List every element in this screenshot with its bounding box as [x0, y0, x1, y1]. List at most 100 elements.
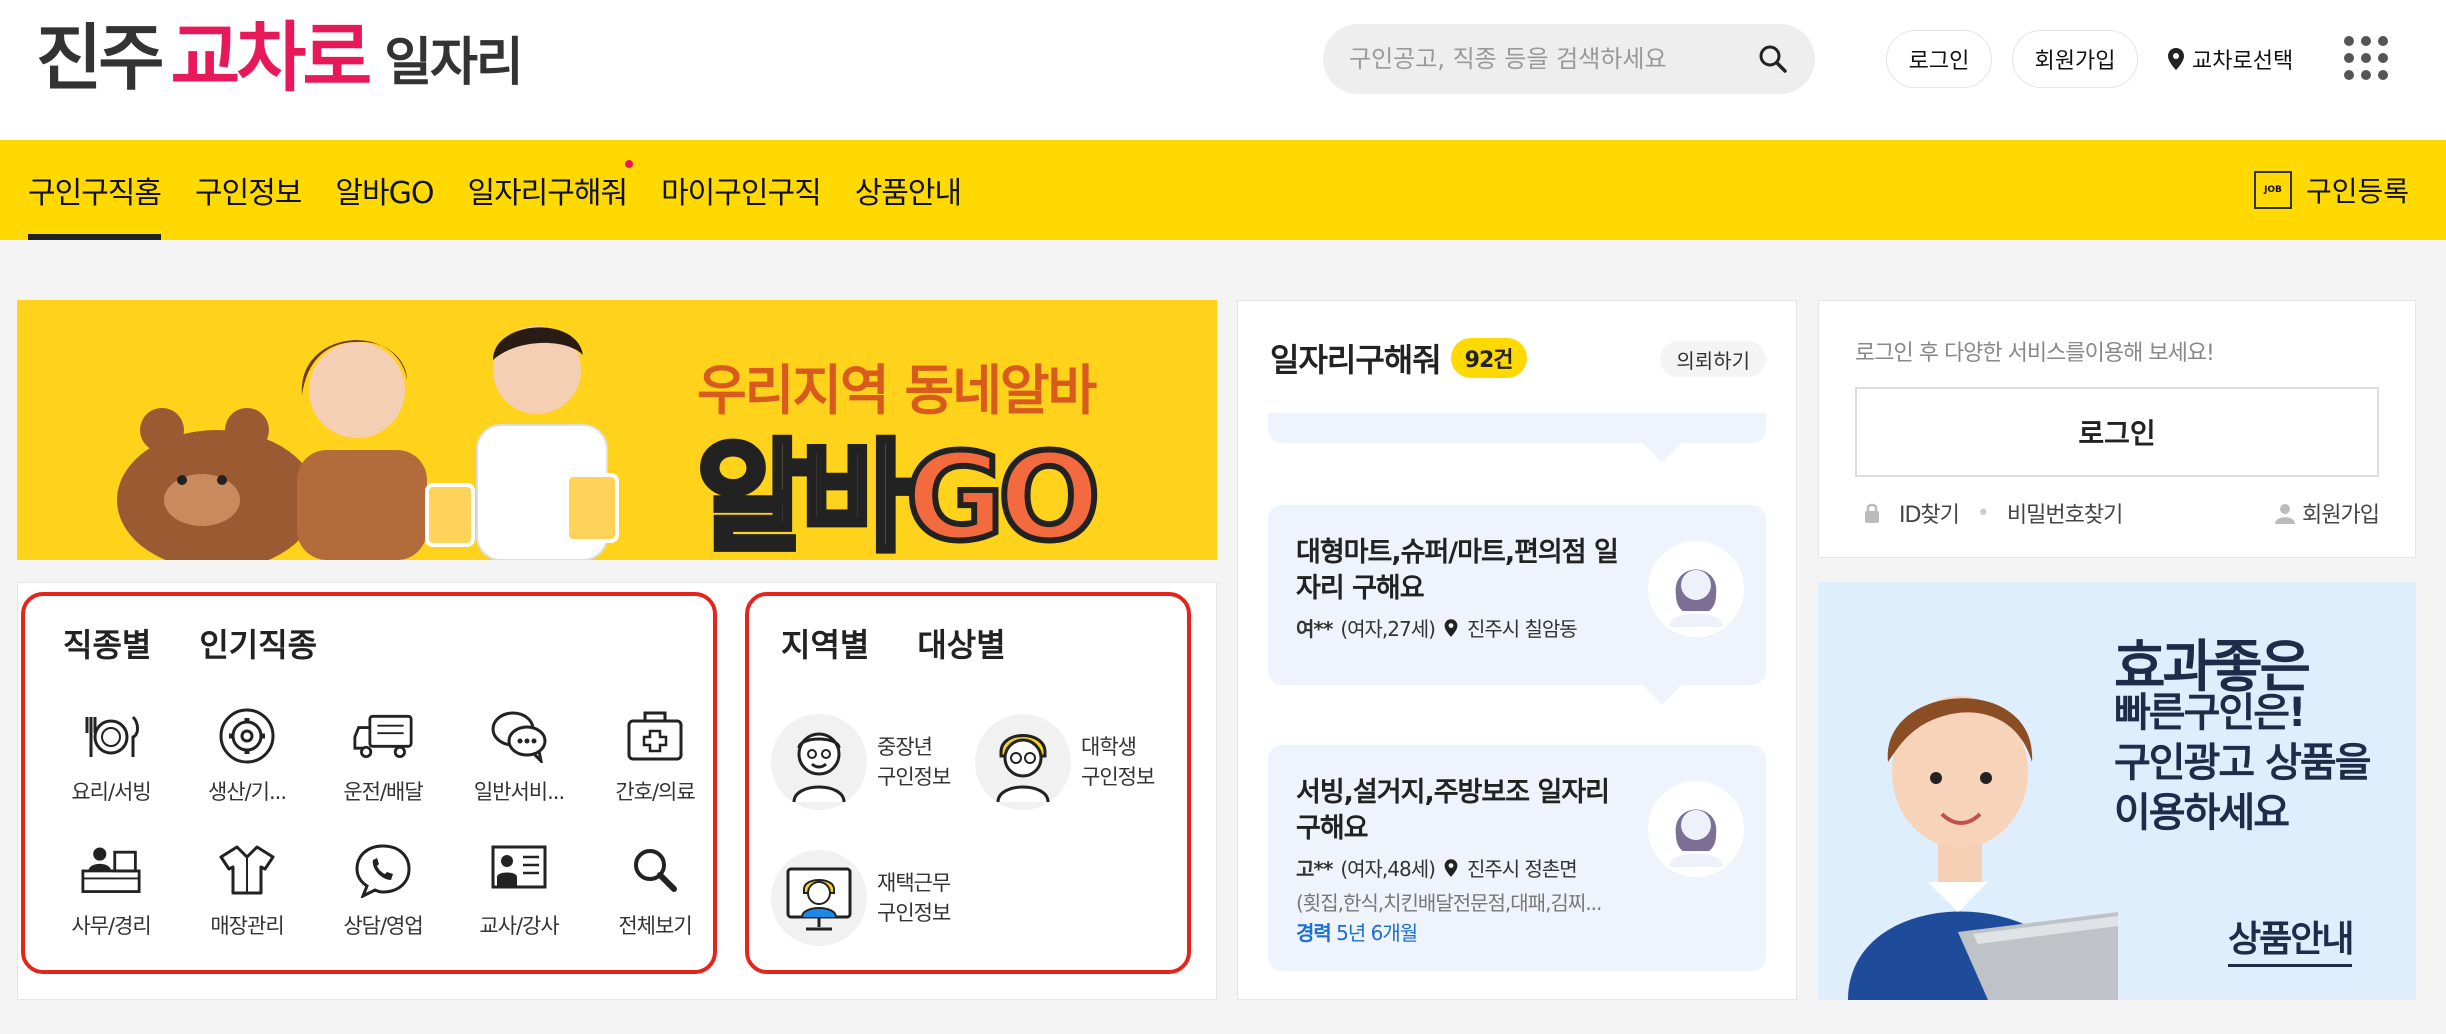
applicant-name: 고**: [1296, 857, 1333, 881]
search-icon[interactable]: [1755, 41, 1791, 77]
job-register-button[interactable]: JOB 구인등록: [2254, 165, 2409, 215]
job-category-label: 간호/의료: [615, 780, 695, 804]
job-request-panel: 일자리구해줘 92건 의뢰하기 대형마트,슈퍼/마트,편의점 일자리 구해요 여…: [1237, 300, 1797, 1000]
target-item-college-student[interactable]: 대학생 구인정보: [975, 714, 1155, 810]
speech-tail: [1642, 423, 1682, 463]
location-pin-icon: [2168, 48, 2184, 70]
tab-by-region-label: 지역별: [781, 626, 870, 664]
search-input[interactable]: [1349, 45, 1755, 73]
nav-item-my-page[interactable]: 마이구인구직: [661, 140, 822, 240]
job-request-card[interactable]: 대형마트,슈퍼/마트,편의점 일자리 구해요 여** (여자,27세) 진주시 …: [1268, 505, 1766, 705]
user-icon: [2275, 504, 2296, 524]
tab-by-region[interactable]: 지역별: [781, 620, 869, 666]
logo-text-city: 진주: [36, 16, 165, 100]
find-password-link[interactable]: 비밀번호찾기: [2007, 497, 2123, 529]
find-id-link[interactable]: ID찾기: [1899, 497, 1960, 529]
job-request-card-title: 서빙,설거지,주방보조 일자리 구해요: [1296, 777, 1610, 844]
search-icon: [625, 840, 685, 900]
truck-icon: [353, 706, 413, 766]
new-badge-dot: [625, 160, 634, 168]
nav-item-home[interactable]: 구인구직홈: [28, 140, 162, 240]
senior-avatar-icon: [771, 714, 867, 810]
site-header: 진주 교차로 일자리 로그인 회원가입 교차로선택: [0, 0, 2446, 140]
job-category-item[interactable]: 요리/서빙: [43, 706, 179, 816]
ad-cta-link[interactable]: 상품안내: [2228, 910, 2354, 967]
header-login-button[interactable]: 로그인: [1886, 30, 1992, 88]
job-request-card[interactable]: 서빙,설거지,주방보조 일자리 구해요 고** (여자,48세) 진주시 정촌면…: [1268, 745, 1766, 971]
ad-body: 빠른구인은! 구인광고 상품을 이용하세요: [2114, 690, 2372, 836]
speech-tail: [1642, 665, 1682, 705]
applicant-name: 여**: [1296, 617, 1333, 641]
request-button[interactable]: 의뢰하기: [1660, 341, 1766, 377]
region-select-button[interactable]: 교차로선택: [2166, 30, 2293, 88]
albago-banner[interactable]: 우리지역 동네알바 알바GO: [17, 300, 1217, 560]
banner-title-part2: GO: [903, 426, 1103, 560]
job-request-card-meta: 여** (여자,27세) 진주시 칠암동: [1296, 613, 1578, 642]
join-link[interactable]: 회원가입: [2274, 497, 2380, 529]
job-category-label: 생산/기...: [207, 780, 287, 804]
job-category-item[interactable]: 전체보기: [587, 840, 723, 950]
job-request-title[interactable]: 일자리구해줘 92건: [1270, 335, 1527, 381]
target-label-line2: 구인정보: [877, 901, 951, 925]
tab-popular-jobs[interactable]: 인기직종: [199, 620, 317, 666]
tab-by-target[interactable]: 대상별: [917, 620, 1006, 668]
applicant-avatar: [1648, 781, 1744, 877]
teacher-board-icon: [489, 840, 549, 900]
experience-label: 경력: [1296, 921, 1332, 945]
login-message: 로그인 후 다양한 서비스를이용해 보세요!: [1855, 341, 2215, 366]
job-category-label: 일반서비...: [473, 780, 565, 804]
nav-item-albago[interactable]: 알바GO: [335, 140, 434, 240]
job-request-card-title: 대형마트,슈퍼/마트,편의점 일자리 구해요: [1296, 537, 1619, 604]
job-category-item[interactable]: 매장관리: [179, 840, 315, 950]
applicant-info: (여자,48세): [1340, 857, 1436, 881]
target-label-line2: 구인정보: [877, 765, 951, 789]
job-category-label: 상담/영업: [343, 914, 423, 938]
chat-bubble-icon: [489, 706, 549, 766]
job-category-item[interactable]: 상담/영업: [315, 840, 451, 950]
target-label-line1: 재택근무: [877, 871, 951, 895]
job-request-card-meta: 고** (여자,48세) 진주시 정촌면: [1296, 853, 1578, 882]
site-logo[interactable]: 진주 교차로 일자리: [36, 13, 524, 102]
phone-bubble-icon: [353, 840, 413, 900]
job-request-card-experience: 경력 5년 6개월: [1296, 917, 1418, 946]
nav-item-products[interactable]: 상품안내: [855, 140, 962, 240]
job-category-item[interactable]: 운전/배달: [315, 706, 451, 816]
shirt-icon: [217, 840, 277, 900]
target-item-remote-work[interactable]: 재택근무구인정보: [771, 850, 951, 946]
office-desk-icon: [81, 840, 141, 900]
job-category-item[interactable]: 교사/강사: [451, 840, 587, 950]
job-category-item[interactable]: 사무/경리: [43, 840, 179, 950]
logo-text-brand: 교차로: [170, 13, 372, 102]
tab-popular-jobs-label: 인기직종: [199, 626, 318, 664]
nav-item-find-job-for-me[interactable]: 일자리구해줘: [467, 140, 634, 240]
job-category-item[interactable]: 간호/의료: [587, 706, 723, 816]
job-category-item[interactable]: 생산/기...: [179, 706, 315, 816]
all-menu-grid-icon[interactable]: [2344, 36, 2388, 80]
ad-illustration: [1848, 696, 2118, 1000]
location-pin-icon: [1444, 858, 1458, 877]
gear-icon: [217, 706, 277, 766]
main-nav: 구인구직홈 구인정보 알바GO 일자리구해줘 마이구인구직 상품안내 JOB 구…: [0, 140, 2446, 240]
lock-icon: [1865, 503, 1879, 523]
tab-by-job[interactable]: 직종별: [63, 620, 152, 668]
location-pin-icon: [1444, 618, 1458, 637]
banner-illustration: [117, 326, 619, 560]
nav-item-job-info[interactable]: 구인정보: [195, 140, 302, 240]
target-item-middle-aged[interactable]: 중장년구인정보: [771, 714, 951, 810]
job-category-label: 전체보기: [618, 914, 692, 938]
job-category-item[interactable]: 일반서비...: [451, 706, 587, 816]
job-register-label: 구인등록: [2306, 175, 2410, 208]
job-request-card[interactable]: [1268, 413, 1766, 463]
product-ad-banner[interactable]: 효과좋은 빠른구인은! 구인광고 상품을 이용하세요 상품안내: [1818, 582, 2416, 1000]
student-avatar-icon: [975, 714, 1071, 810]
header-signup-button[interactable]: 회원가입: [2012, 30, 2138, 88]
job-request-card-desc: (횟집,한식,치킨배달전문점,대패,김찌...: [1296, 891, 1602, 915]
link-separator-dot: •: [1976, 500, 1990, 526]
join-link-label: 회원가입: [2302, 503, 2380, 528]
target-category-box: 지역별 대상별 중장년 구인정보 대학생 구인정보 재택근무 구인정보: [745, 592, 1191, 974]
applicant-location: 진주시 칠암동: [1466, 617, 1578, 641]
banner-title: 알바GO: [694, 400, 1103, 560]
experience-value: 5년 6개월: [1336, 921, 1418, 945]
login-button[interactable]: 로그인: [1855, 387, 2379, 477]
target-label-line1: 중장년: [877, 735, 933, 759]
